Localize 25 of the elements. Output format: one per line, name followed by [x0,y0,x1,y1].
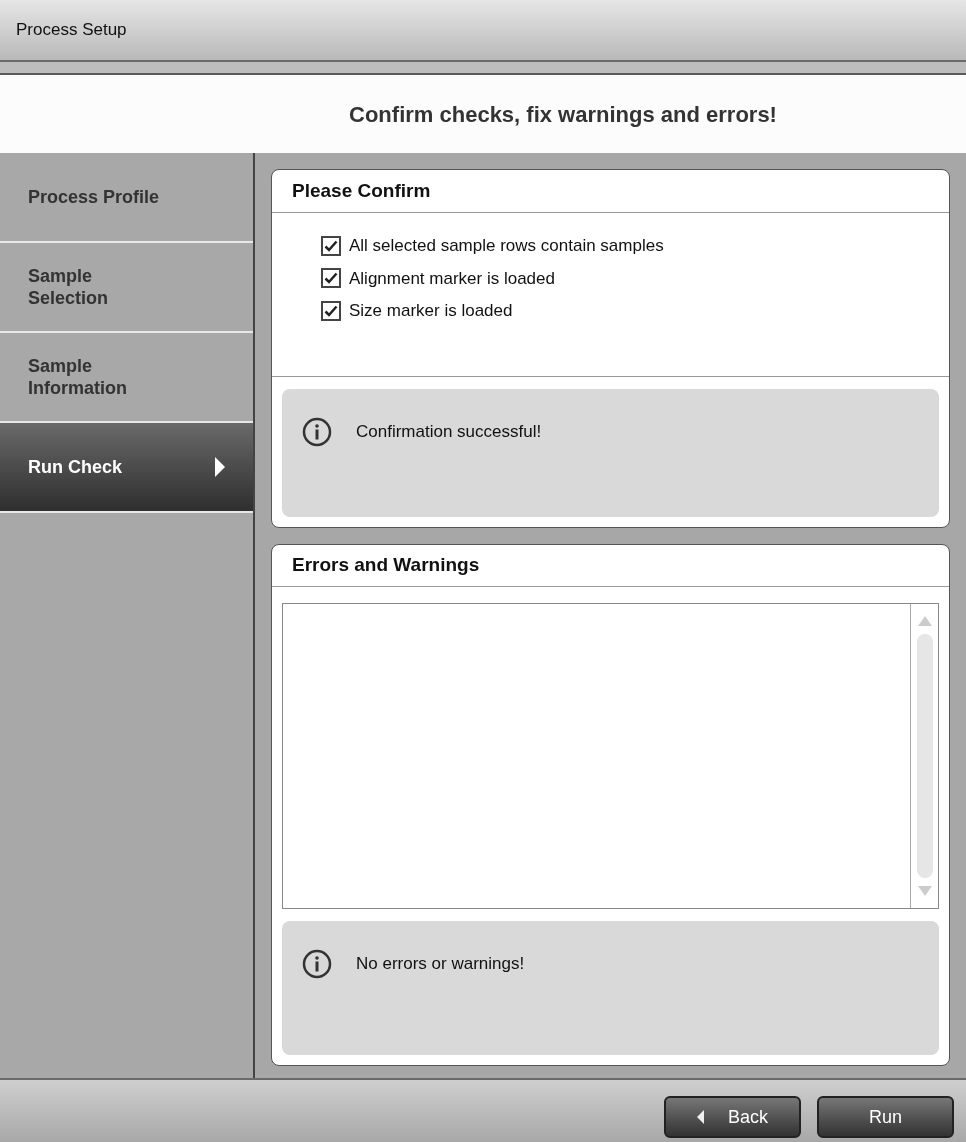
panel-title: Please Confirm [292,178,431,203]
checkbox[interactable] [321,300,341,321]
message-text: No errors or warnings! [356,953,525,975]
left-arrow-icon [697,1110,704,1124]
sidebar-item[interactable]: Run Check [0,423,253,513]
checkbox[interactable] [321,268,341,289]
info-icon [302,417,332,447]
scrollbar-thumb[interactable] [916,634,933,878]
message-text: Confirmation successful! [356,421,542,443]
run-button[interactable]: Run [817,1096,954,1138]
page-heading: Confirm checks, fix warnings and errors! [348,100,777,129]
checkbox-label: All selected sample rows contain samples [349,235,664,257]
info-icon [302,949,332,979]
arrow-icon [215,457,225,477]
sidebar-item[interactable]: Process Profile [0,153,253,243]
checkmark-icon [324,304,338,317]
panel-title: Errors and Warnings [292,553,480,578]
checkmark-icon [324,239,338,252]
back-button[interactable]: Back [664,1096,801,1138]
checkmark-icon [324,272,338,285]
checkbox-label: Size marker is loaded [349,300,513,322]
checkbox-label: Alignment marker is loaded [349,267,555,290]
checkbox[interactable] [321,235,341,256]
sidebar-item[interactable]: Sample Selection [0,243,253,333]
window-title: Process Setup [16,19,127,42]
